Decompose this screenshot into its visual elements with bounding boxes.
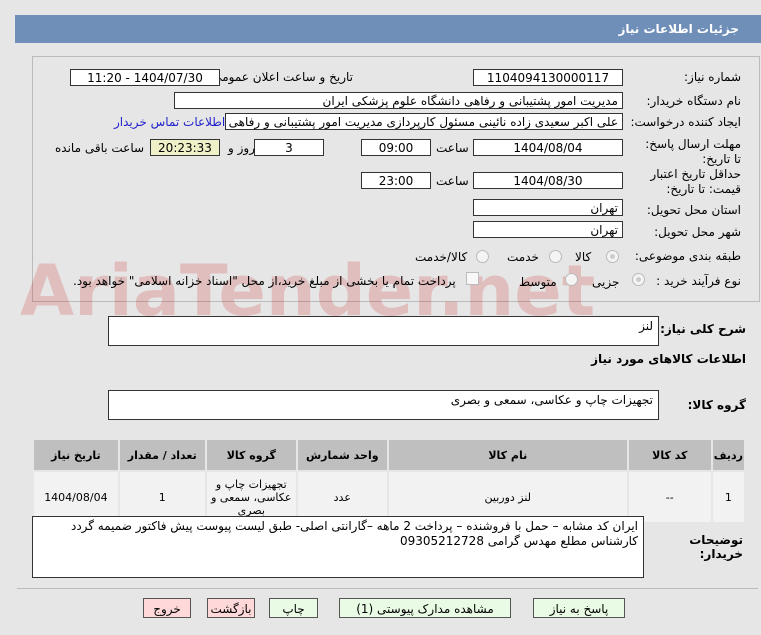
notes-label: توضیحات خریدار: [689,533,743,561]
cell-row: 1 [710,470,747,524]
col-unit: واحد شمارش [295,438,389,472]
category-option-service-label: خدمت [507,250,539,264]
buyer-contact-link[interactable]: اطلاعات تماس خریدار [114,115,225,129]
buyer-label: نام دستگاه خریدار: [646,94,742,108]
creator-field: علی اکبر سعیدی زاده نائینی مسئول کارپردا… [225,113,623,130]
payment-note: پرداخت تمام یا بخشی از مبلغ خرید،از محل … [73,274,456,288]
treasury-payment-checkbox[interactable] [466,272,479,285]
need-number-label: شماره نیاز: [684,70,741,84]
goods-group-label: گروه کالا: [687,398,746,412]
province-field: تهران [473,199,623,216]
col-code: کد کالا [626,438,713,472]
col-name: نام کالا [386,438,629,472]
deadline-time-label: ساعت [436,141,469,155]
deadline-time-field: 09:00 [361,139,431,156]
col-qty: تعداد / مقدار [117,438,207,472]
remaining-time-field: 20:23:33 [150,139,220,156]
days-label: روز و [228,141,255,155]
validity-label: حداقل تاریخ اعتبار قیمت: تا تاریخ: [650,167,741,196]
col-group: گروه کالا [204,438,298,472]
col-row: ردیف [710,438,747,472]
province-label: استان محل تحویل: [646,203,741,217]
remaining-label: ساعت باقی مانده [55,141,145,155]
announce-label: تاریخ و ساعت اعلان عمومی: [208,70,353,84]
process-option-medium-label: متوسط [519,275,557,289]
reply-button[interactable]: پاسخ به نیاز [533,598,625,618]
category-radio-goods[interactable] [606,250,619,263]
exit-button[interactable]: خروج [143,598,191,618]
notes-line-1: ایران کد مشابه – حمل با فروشنده – پرداخت… [70,519,638,533]
announce-field: 1404/07/30 - 11:20 [70,69,220,86]
category-option-goods-label: کالا [575,250,592,264]
print-button[interactable]: چاپ [269,598,318,618]
divider [17,588,758,589]
notes-line-2: کارشناس مطلع مهدس گرامی 09305212728 [399,534,638,548]
summary-textarea[interactable]: لنز [108,316,659,346]
process-option-minor-label: جزیی [592,275,620,289]
category-radio-both[interactable] [476,250,489,263]
creator-label: ایجاد کننده درخواست: [630,115,741,129]
goods-info-title: اطلاعات کالاهای مورد نیاز [591,352,746,366]
category-option-both-label: کالا/خدمت [415,250,468,264]
back-button[interactable]: بازگشت [207,598,255,618]
validity-time-field: 23:00 [361,172,431,189]
buyer-field: مدیریت امور پشتیبانی و رفاهی دانشگاه علو… [174,92,623,109]
goods-table-wrap: ردیف کد کالا نام کالا واحد شمارش گروه کا… [32,438,747,524]
days-field: 3 [254,139,324,156]
category-radio-service[interactable] [549,250,562,263]
col-date: تاریخ نیاز [32,438,120,472]
city-field: تهران [473,221,623,238]
deadline-date-field: 1404/08/04 [473,139,623,156]
goods-group-textarea[interactable]: تجهیزات چاپ و عکاسی، سمعی و بصری [108,390,659,420]
goods-table: ردیف کد کالا نام کالا واحد شمارش گروه کا… [32,438,747,524]
process-radio-minor[interactable] [632,273,645,286]
need-number-field: 1104094130000117 [473,69,623,86]
notes-textarea[interactable]: ایران کد مشابه – حمل با فروشنده – پرداخت… [32,516,644,578]
view-documents-button[interactable]: مشاهده مدارک پیوستی (1) [339,598,511,618]
city-label: شهر محل تحویل: [654,225,741,239]
deadline-label: مهلت ارسال پاسخ: تا تاریخ: [645,137,741,166]
validity-date-field: 1404/08/30 [473,172,623,189]
summary-label: شرح کلی نیاز: [660,322,746,336]
page-title: جزئیات اطلاعات نیاز [15,15,761,43]
process-radio-medium[interactable] [565,273,578,286]
process-label: نوع فرآیند خرید : [656,274,741,288]
validity-time-label: ساعت [436,174,469,188]
category-label: طبقه بندی موضوعی: [634,249,741,263]
